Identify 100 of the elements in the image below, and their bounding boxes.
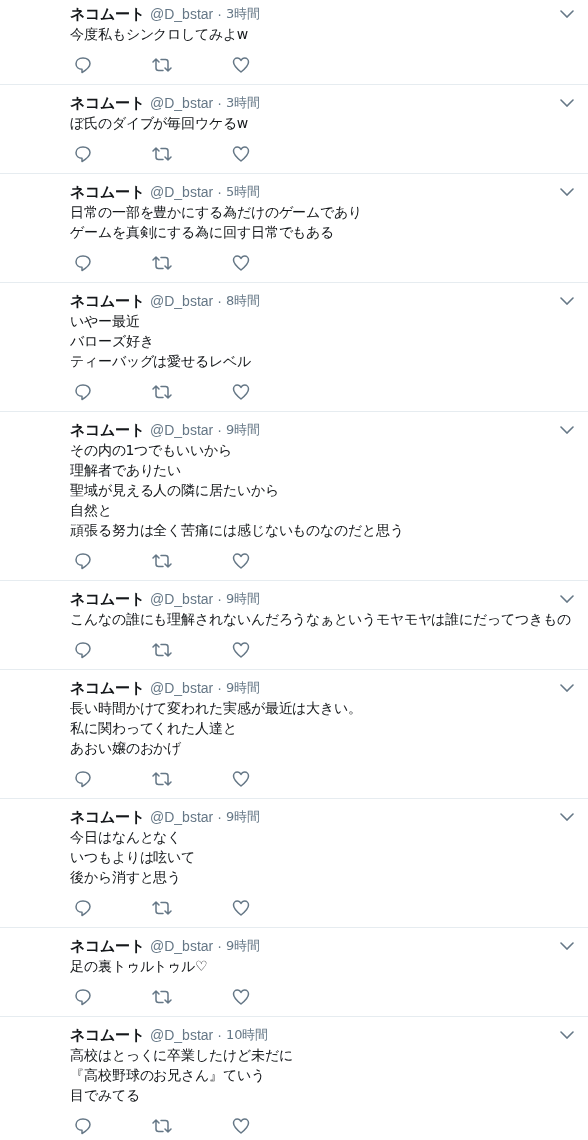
user-handle: @D_bstar xyxy=(150,808,214,827)
retweet-icon[interactable] xyxy=(152,145,172,163)
heart-icon[interactable] xyxy=(232,641,250,659)
tweet-card[interactable]: ネコムート @D_bstar · 10時間 高校はとっくに卒業したけど未だに 『高校野球のお兄さん』ていう 目でみてる xyxy=(0,1017,588,1140)
separator-dot: · xyxy=(217,183,222,202)
tweet-time[interactable]: 9時間 xyxy=(225,420,261,440)
user-name[interactable]: ネコムート xyxy=(70,678,145,698)
tweet-text-line: いつもよりは呟いて xyxy=(70,849,196,865)
user-handle: @D_bstar xyxy=(150,94,214,113)
tweet-text-line: ティーバッグは愛せるレベル xyxy=(70,353,251,369)
tweet-time[interactable]: 9時間 xyxy=(225,589,261,609)
chevron-down-icon[interactable] xyxy=(560,99,574,107)
tweet-card[interactable]: ネコムート @D_bstar · 8時間 いやー最近 バローズ好き ティーバッグは愛せるレベル xyxy=(0,283,588,412)
retweet-icon[interactable] xyxy=(152,383,172,401)
retweet-icon[interactable] xyxy=(152,552,172,570)
tweet-text-line: 自然と xyxy=(70,502,112,518)
retweet-icon[interactable] xyxy=(152,899,172,917)
reply-icon[interactable] xyxy=(74,145,92,163)
tweet-text-line: 聖域が見える人の隣に居たいから xyxy=(70,482,279,498)
tweet-text-line: 今度私もシンクロしてみよw xyxy=(70,26,249,42)
user-name[interactable]: ネコムート xyxy=(70,807,145,827)
heart-icon[interactable] xyxy=(232,552,250,570)
tweet-card[interactable]: ネコムート @D_bstar · 9時間 今日はなんとなく いつもよりは呟いて 後から消すと思う xyxy=(0,799,588,928)
tweet-text-line: バローズ好き xyxy=(70,333,154,349)
reply-icon[interactable] xyxy=(74,552,92,570)
tweet-card[interactable]: ネコムート @D_bstar · 3時間 ぼ氏のダイブが毎回ウケるw xyxy=(0,85,588,174)
heart-icon[interactable] xyxy=(232,899,250,917)
user-name[interactable]: ネコムート xyxy=(70,182,145,202)
tweet-card[interactable]: ネコムート @D_bstar · 3時間 今度私もシンクロしてみよw xyxy=(0,0,588,85)
separator-dot: · xyxy=(217,937,222,956)
retweet-icon[interactable] xyxy=(152,770,172,788)
tweet-time[interactable]: 10時間 xyxy=(225,1025,269,1045)
tweet-card[interactable]: ネコムート @D_bstar · 9時間 こんなの誰にも理解されないんだろうなぁというモヤモヤは誰にだってつきもの xyxy=(0,581,588,670)
retweet-icon[interactable] xyxy=(152,254,172,272)
separator-dot: · xyxy=(217,808,222,827)
tweet-card[interactable]: ネコムート @D_bstar · 9時間 足の裏トゥルトゥル♡ xyxy=(0,928,588,1017)
chevron-down-icon[interactable] xyxy=(560,813,574,821)
tweet-time[interactable]: 9時間 xyxy=(225,807,261,827)
reply-icon[interactable] xyxy=(74,899,92,917)
reply-icon[interactable] xyxy=(74,988,92,1006)
user-handle: @D_bstar xyxy=(150,590,214,609)
reply-icon[interactable] xyxy=(74,770,92,788)
heart-icon[interactable] xyxy=(232,56,250,74)
user-handle: @D_bstar xyxy=(150,292,214,311)
heart-icon[interactable] xyxy=(232,145,250,163)
tweet-text-line: 『高校野球のお兄さん』ていう xyxy=(70,1067,265,1083)
heart-icon[interactable] xyxy=(232,1117,250,1135)
user-name[interactable]: ネコムート xyxy=(70,291,145,311)
chevron-down-icon[interactable] xyxy=(560,1031,574,1039)
user-name[interactable]: ネコムート xyxy=(70,93,145,113)
chevron-down-icon[interactable] xyxy=(560,188,574,196)
heart-icon[interactable] xyxy=(232,770,250,788)
user-name[interactable]: ネコムート xyxy=(70,589,145,609)
retweet-icon[interactable] xyxy=(152,56,172,74)
retweet-icon[interactable] xyxy=(152,641,172,659)
user-handle: @D_bstar xyxy=(150,183,214,202)
reply-icon[interactable] xyxy=(74,641,92,659)
heart-icon[interactable] xyxy=(232,254,250,272)
reply-icon[interactable] xyxy=(74,1117,92,1135)
reply-icon[interactable] xyxy=(74,56,92,74)
reply-icon[interactable] xyxy=(74,383,92,401)
chevron-down-icon[interactable] xyxy=(560,595,574,603)
tweet-time[interactable]: 9時間 xyxy=(225,678,261,698)
chevron-down-icon[interactable] xyxy=(560,10,574,18)
user-name[interactable]: ネコムート xyxy=(70,4,145,24)
heart-icon[interactable] xyxy=(232,988,250,1006)
user-name[interactable]: ネコムート xyxy=(70,1025,145,1045)
tweet-text-line: 目でみてる xyxy=(70,1087,140,1103)
user-handle: @D_bstar xyxy=(150,5,214,24)
tweet-text-line: その内の1つでもいいから xyxy=(70,442,232,458)
retweet-icon[interactable] xyxy=(152,1117,172,1135)
heart-icon[interactable] xyxy=(232,383,250,401)
user-name[interactable]: ネコムート xyxy=(70,936,145,956)
tweet-card[interactable]: ネコムート @D_bstar · 5時間 日常の一部を豊かにする為だけのゲームであり ゲームを真剣にする為に回す日常でもある xyxy=(0,174,588,283)
tweet-text-line: 長い時間かけて変われた実感が最近は大きい。 xyxy=(70,700,362,716)
chevron-down-icon[interactable] xyxy=(560,942,574,950)
user-handle: @D_bstar xyxy=(150,679,214,698)
reply-icon[interactable] xyxy=(74,254,92,272)
separator-dot: · xyxy=(217,590,222,609)
tweet-time[interactable]: 9時間 xyxy=(225,936,261,956)
chevron-down-icon[interactable] xyxy=(560,684,574,692)
tweet-card[interactable]: ネコムート @D_bstar · 9時間 長い時間かけて変われた実感が最近は大きい。 私に関わってくれた人達と あおい嬢のおかげ xyxy=(0,670,588,799)
chevron-down-icon[interactable] xyxy=(560,426,574,434)
tweet-time[interactable]: 3時間 xyxy=(225,4,261,24)
tweet-text-line: 後から消すと思う xyxy=(70,869,182,885)
separator-dot: · xyxy=(217,94,222,113)
retweet-icon[interactable] xyxy=(152,988,172,1006)
tweet-text-line: いやー最近 xyxy=(70,313,140,329)
tweet-card[interactable]: ネコムート @D_bstar · 9時間 その内の1つでもいいから 理解者でありたい 聖域が見える人の隣に居たいから 自然と 頑張る努力は全く苦痛には感じないものなのだと思う xyxy=(0,412,588,581)
tweet-time[interactable]: 5時間 xyxy=(225,182,261,202)
tweet-time[interactable]: 8時間 xyxy=(225,291,261,311)
tweet-text-line: こんなの誰にも理解されないんだろうなぁというモヤモヤは誰にだってつきもの xyxy=(70,611,571,627)
user-name[interactable]: ネコムート xyxy=(70,420,145,440)
chevron-down-icon[interactable] xyxy=(560,297,574,305)
tweet-time[interactable]: 3時間 xyxy=(225,93,261,113)
user-handle: @D_bstar xyxy=(150,937,214,956)
tweet-text-line: ぼ氏のダイブが毎回ウケるw xyxy=(70,115,249,131)
user-handle: @D_bstar xyxy=(150,1026,214,1045)
separator-dot: · xyxy=(217,679,222,698)
tweet-text-line: 理解者でありたい xyxy=(70,462,182,478)
